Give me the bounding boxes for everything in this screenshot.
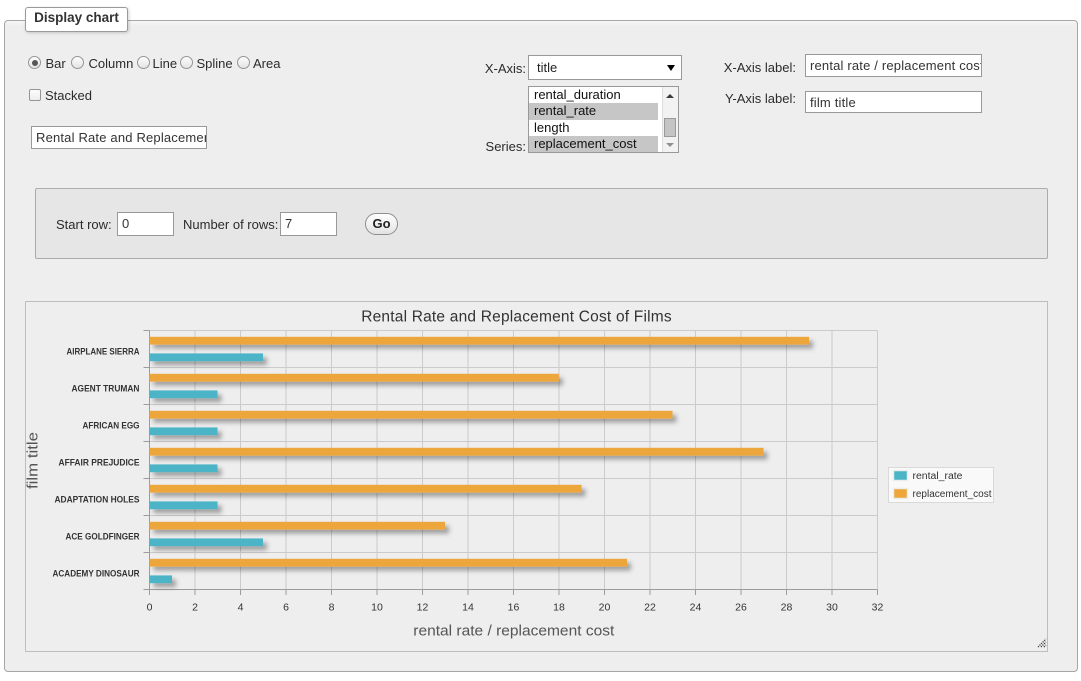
svg-text:0: 0 [147,602,153,614]
svg-text:32: 32 [872,602,884,614]
svg-text:6: 6 [283,602,289,614]
svg-text:replacement_cost: replacement_cost [913,489,992,500]
svg-text:4: 4 [238,602,244,614]
svg-text:28: 28 [781,602,793,614]
svg-text:10: 10 [371,602,383,614]
svg-text:16: 16 [508,602,520,614]
svg-text:ACADEMY DINOSAUR: ACADEMY DINOSAUR [53,568,140,579]
svg-text:film title: film title [26,432,42,489]
svg-text:Rental Rate and Replacement Co: Rental Rate and Replacement Cost of Film… [361,309,672,326]
svg-text:26: 26 [735,602,747,614]
svg-text:AIRPLANE SIERRA: AIRPLANE SIERRA [67,346,140,357]
svg-text:24: 24 [690,602,702,614]
svg-text:rental_rate: rental_rate [913,471,963,482]
svg-text:18: 18 [553,602,565,614]
svg-text:ACE GOLDFINGER: ACE GOLDFINGER [66,531,140,542]
svg-text:AFRICAN EGG: AFRICAN EGG [83,420,140,431]
svg-text:22: 22 [644,602,656,614]
svg-text:8: 8 [329,602,335,614]
svg-text:ADAPTATION HOLES: ADAPTATION HOLES [55,494,140,505]
svg-text:AGENT TRUMAN: AGENT TRUMAN [72,383,140,394]
svg-text:30: 30 [826,602,838,614]
svg-text:2: 2 [192,602,198,614]
svg-text:rental rate / replacement cost: rental rate / replacement cost [413,624,614,640]
svg-text:20: 20 [599,602,611,614]
svg-text:AFFAIR PREJUDICE: AFFAIR PREJUDICE [59,457,140,468]
svg-text:12: 12 [417,602,429,614]
svg-text:14: 14 [462,602,474,614]
